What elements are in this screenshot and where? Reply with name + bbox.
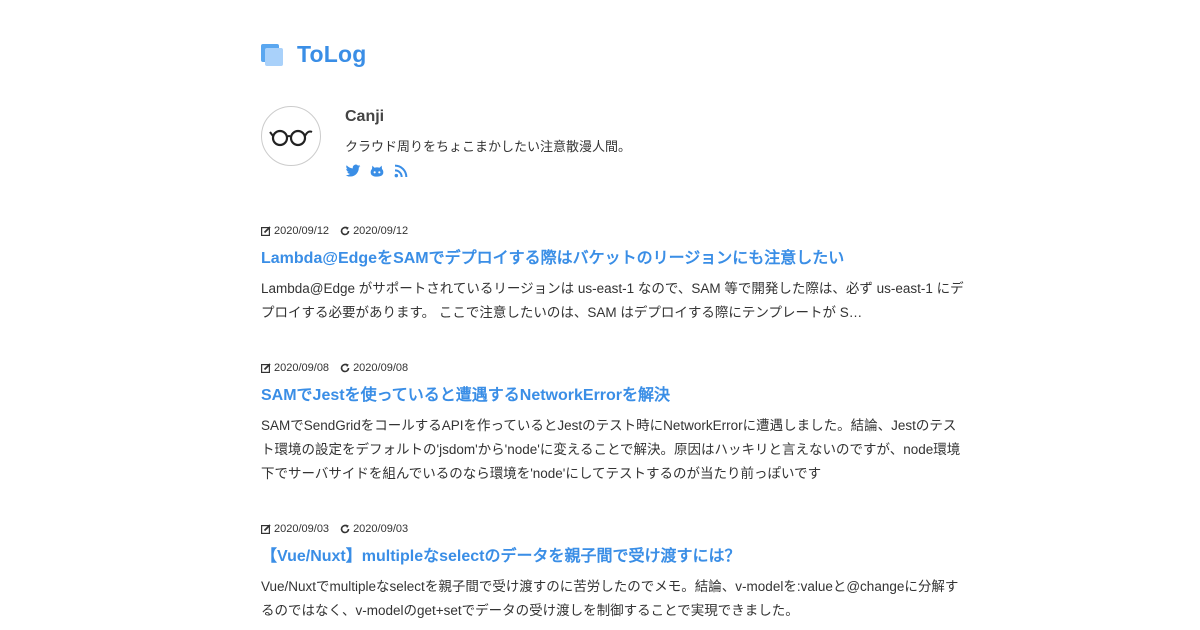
refresh-icon — [340, 363, 350, 373]
updated-date: 2020/09/12 — [340, 225, 408, 237]
site-title-link[interactable]: ToLog — [297, 41, 367, 68]
rss-icon — [394, 164, 408, 178]
refresh-icon — [340, 524, 350, 534]
post-meta: 2020/09/12 2020/09/12 — [261, 224, 966, 238]
rss-link[interactable] — [393, 163, 409, 179]
glasses-icon — [269, 129, 313, 147]
twitter-icon — [345, 164, 361, 177]
post-excerpt: Vue/Nuxtでmultipleなselectを親子間で受け渡すのに苦労したの… — [261, 579, 959, 618]
created-date: 2020/09/12 — [261, 225, 329, 237]
edit-icon — [261, 226, 271, 236]
post-meta: 2020/09/08 2020/09/08 — [261, 361, 966, 375]
created-date: 2020/09/03 — [261, 523, 329, 535]
twitter-link[interactable] — [345, 163, 361, 179]
post-item: 2020/09/08 2020/09/08 SAMでJestを使っていると遭遇す… — [261, 361, 966, 486]
author-profile: Canji クラウド周りをちょこまかしたい注意散漫人間。 — [261, 106, 961, 186]
post-item: 2020/09/03 2020/09/03 【Vue/Nuxt】multiple… — [261, 522, 966, 623]
logo-icon — [261, 44, 283, 66]
refresh-icon — [340, 226, 350, 236]
author-name: Canji — [345, 108, 385, 125]
post-item: 2020/09/12 2020/09/12 Lambda@EdgeをSAMでデプ… — [261, 224, 966, 325]
post-title-link[interactable]: 【Vue/Nuxt】multipleなselectのデータを親子間で受け渡すには… — [261, 547, 966, 567]
updated-date: 2020/09/03 — [340, 523, 408, 535]
post-excerpt: Lambda@Edge がサポートされているリージョンは us-east-1 な… — [261, 281, 964, 320]
edit-icon — [261, 524, 271, 534]
author-bio: クラウド周りをちょこまかしたい注意散漫人間。 — [345, 139, 632, 154]
github-icon — [370, 165, 384, 177]
site-header: ToLog — [261, 38, 367, 70]
social-links — [345, 163, 409, 179]
post-title-link[interactable]: SAMでJestを使っていると遭遇するNetworkErrorを解決 — [261, 386, 966, 406]
avatar — [261, 106, 321, 166]
post-excerpt: SAMでSendGridをコールするAPIを作っているとJestのテスト時にNe… — [261, 418, 961, 481]
github-link[interactable] — [369, 163, 385, 179]
created-date: 2020/09/08 — [261, 362, 329, 374]
post-meta: 2020/09/03 2020/09/03 — [261, 522, 966, 536]
post-title-link[interactable]: Lambda@EdgeをSAMでデプロイする際はバケットのリージョンにも注意した… — [261, 249, 966, 269]
edit-icon — [261, 363, 271, 373]
updated-date: 2020/09/08 — [340, 362, 408, 374]
